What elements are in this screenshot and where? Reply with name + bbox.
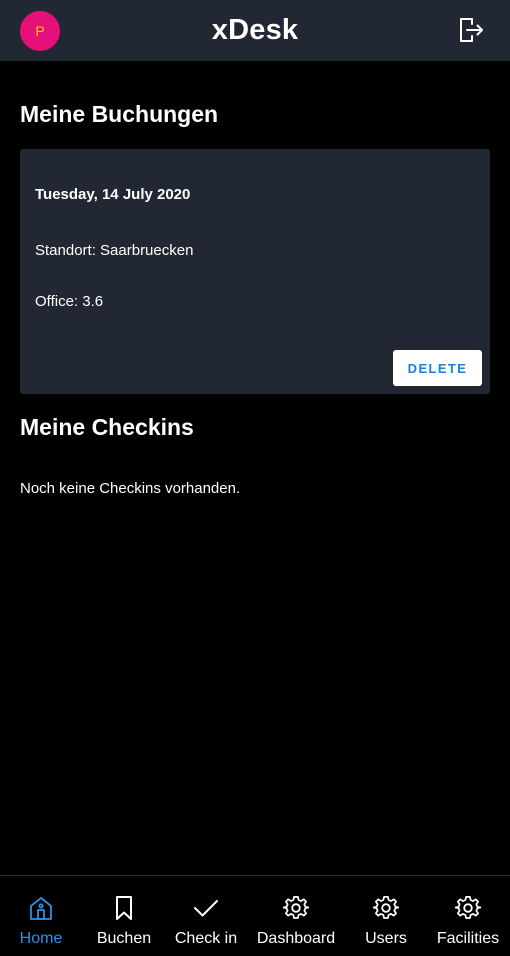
- app-title: xDesk: [211, 14, 299, 46]
- nav-item-home[interactable]: Home: [14, 876, 68, 956]
- checkins-title: Meine Checkins: [20, 414, 194, 440]
- delete-button[interactable]: DELETE: [393, 350, 482, 386]
- booking-location: Standort: Saarbruecken: [35, 242, 194, 259]
- gear-icon: [283, 896, 309, 919]
- nav-label-dashboard: Dashboard: [256, 930, 336, 947]
- nav-label-buchen: Buchen: [96, 930, 152, 947]
- gear-icon: [373, 896, 399, 919]
- nav-item-dashboard[interactable]: Dashboard: [254, 876, 338, 956]
- nav-label-users: Users: [365, 930, 407, 947]
- home-icon: [30, 897, 52, 920]
- check-icon: [194, 900, 218, 917]
- gear-icon: [455, 896, 481, 919]
- checkins-empty-text: Noch keine Checkins vorhanden.: [20, 480, 241, 497]
- avatar[interactable]: P: [20, 11, 60, 51]
- logout-button[interactable]: [456, 15, 486, 45]
- booking-date: Tuesday, 14 July 2020: [35, 186, 191, 203]
- booking-office: Office: 3.6: [35, 293, 104, 310]
- nav-item-facilities[interactable]: Facilities: [434, 876, 502, 956]
- app-header: P xDesk: [0, 0, 510, 61]
- nav-item-buchen[interactable]: Buchen: [94, 876, 154, 956]
- booking-card: Tuesday, 14 July 2020 Standort: Saarbrue…: [20, 149, 490, 394]
- nav-label-check-in: Check in: [174, 930, 238, 947]
- nav-label-facilities: Facilities: [436, 930, 500, 947]
- nav-label-home: Home: [19, 930, 63, 947]
- nav-item-check-in[interactable]: Check in: [172, 876, 240, 956]
- bookmark-icon: [116, 896, 132, 920]
- app-root: P xDesk Meine Buchungen Tuesday, 14 July…: [0, 0, 510, 956]
- avatar-initial: P: [35, 23, 45, 39]
- bottom-nav: Home Buchen Check in Dashboard Users Fac…: [0, 875, 510, 956]
- nav-item-users[interactable]: Users: [360, 876, 412, 956]
- logout-icon: [460, 18, 483, 42]
- bookings-title: Meine Buchungen: [20, 101, 219, 127]
